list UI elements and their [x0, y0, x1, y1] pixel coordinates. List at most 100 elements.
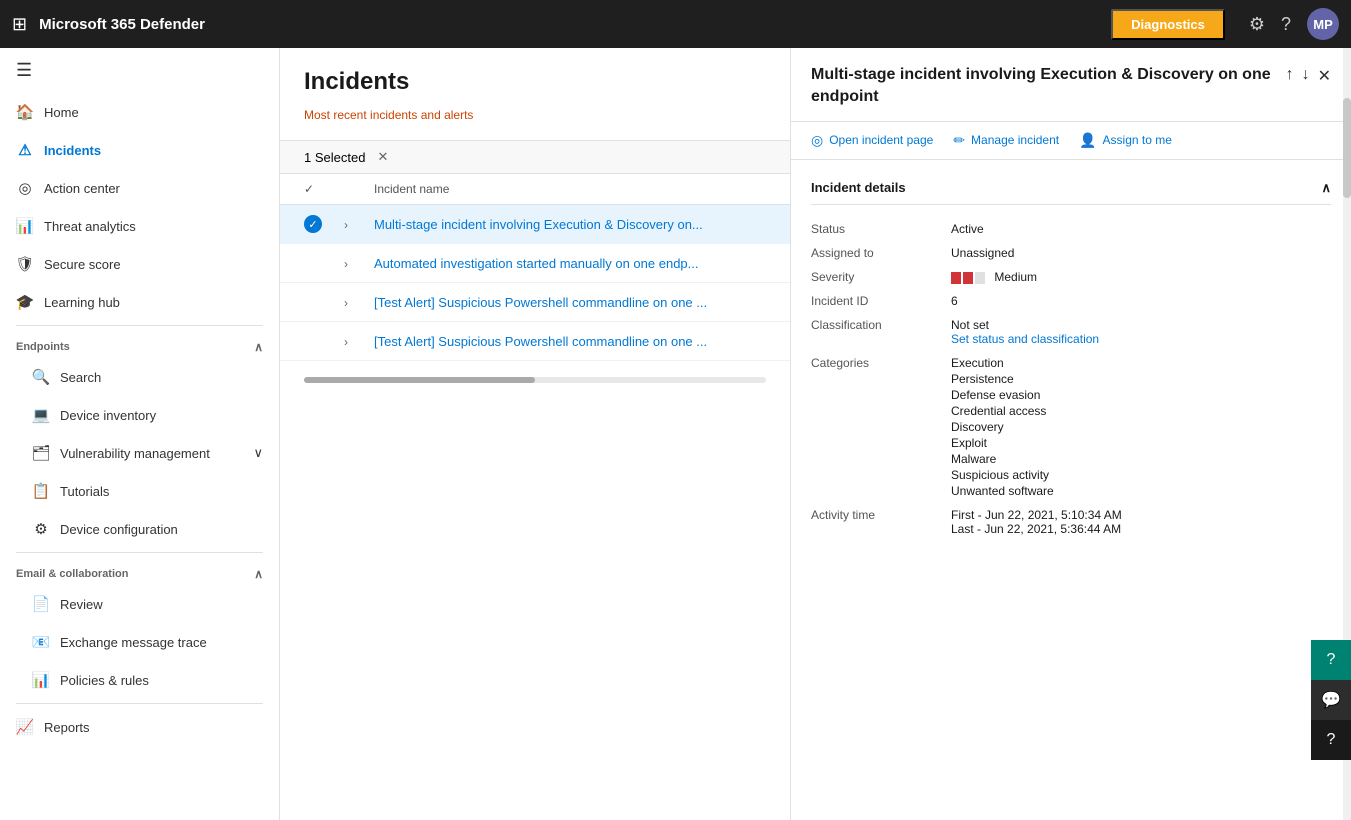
help-icon[interactable]: ? [1281, 14, 1291, 35]
status-label: Status [811, 222, 951, 236]
email-section[interactable]: Email & collaboration ∧ [0, 557, 279, 585]
settings-icon[interactable]: ⚙ [1249, 14, 1265, 35]
selected-text: 1 Selected [304, 150, 365, 165]
manage-incident-icon: ✏ [953, 132, 965, 149]
float-chat-button[interactable]: 💬 [1311, 680, 1351, 720]
open-incident-icon: ◎ [811, 132, 823, 149]
nav-up-button[interactable]: ↑ [1286, 66, 1294, 86]
assign-to-me-button[interactable]: 👤 Assign to me [1079, 132, 1172, 149]
close-panel-button[interactable]: ✕ [1318, 66, 1331, 86]
sidebar-item-home[interactable]: 🏠 Home [0, 93, 279, 131]
incidents-title: Incidents [304, 68, 766, 96]
assigned-label: Assigned to [811, 246, 951, 260]
sidebar-item-review[interactable]: 📄 Review [0, 585, 279, 623]
sidebar-item-incidents[interactable]: ⚠ Incidents [0, 131, 279, 169]
float-info-button[interactable]: ? [1311, 720, 1351, 760]
row2-expand[interactable]: › [344, 256, 374, 271]
expand-icon[interactable]: › [344, 218, 348, 232]
review-icon: 📄 [32, 595, 50, 613]
nav-down-button[interactable]: ↓ [1302, 66, 1310, 86]
scrollbar-thumb[interactable] [1343, 98, 1351, 198]
status-value: Active [951, 222, 1331, 236]
grid-icon[interactable]: ⊞ [12, 14, 27, 35]
vuln-chevron-icon: ∨ [253, 445, 263, 461]
topbar: ⊞ Microsoft 365 Defender Diagnostics ⚙ ?… [0, 0, 1351, 48]
sidebar-item-action-center[interactable]: ◎ Action center [0, 169, 279, 207]
assigned-value: Unassigned [951, 246, 1331, 260]
sidebar-item-policies-rules[interactable]: 📊 Policies & rules [0, 661, 279, 699]
tutorials-icon: 📋 [32, 482, 50, 500]
incidents-panel: Incidents Most recent incidents and aler… [280, 48, 791, 820]
categories-list: Execution Persistence Defense evasion Cr… [951, 356, 1331, 498]
main-layout: ☰ 🏠 Home ⚠ Incidents ◎ Action center 📊 T… [0, 48, 1351, 820]
classification-row: Classification Not set Set status and cl… [811, 313, 1331, 351]
detail-panel-title: Multi-stage incident involving Execution… [811, 64, 1274, 109]
row2-check [304, 254, 344, 272]
row1-expand[interactable]: › [344, 217, 374, 232]
incident-row-4[interactable]: › [Test Alert] Suspicious Powershell com… [280, 322, 790, 361]
split-layout: Incidents Most recent incidents and aler… [280, 48, 1351, 820]
sidebar-item-device-inventory[interactable]: 💻 Device inventory [0, 396, 279, 434]
set-status-link[interactable]: Set status and classification [951, 332, 1331, 346]
sidebar: ☰ 🏠 Home ⚠ Incidents ◎ Action center 📊 T… [0, 48, 280, 820]
row3-check [304, 293, 344, 311]
details-section-header[interactable]: Incident details ∧ [811, 172, 1331, 205]
incident-row-2[interactable]: › Automated investigation started manual… [280, 244, 790, 283]
sidebar-item-reports[interactable]: 📈 Reports [0, 708, 279, 746]
incident-row-1[interactable]: ✓ › Multi-stage incident involving Execu… [280, 205, 790, 244]
incident-name-header: Incident name [374, 182, 449, 196]
incidents-header: Incidents Most recent incidents and aler… [280, 48, 790, 140]
activity-time-value: First - Jun 22, 2021, 5:10:34 AM Last - … [951, 508, 1331, 536]
sidebar-item-learning-hub[interactable]: 🎓 Learning hub [0, 283, 279, 321]
table-header: ✓ Incident name [280, 174, 790, 205]
endpoints-chevron[interactable]: ∧ [254, 340, 263, 354]
severity-label: Severity [811, 270, 951, 284]
incident-row-3[interactable]: › [Test Alert] Suspicious Powershell com… [280, 283, 790, 322]
sidebar-item-secure-score[interactable]: 🛡 Secure score [0, 245, 279, 283]
device-config-icon: ⚙ [32, 520, 50, 538]
row1-check: ✓ [304, 215, 344, 233]
incident-id-label: Incident ID [811, 294, 951, 308]
diagnostics-button[interactable]: Diagnostics [1111, 9, 1225, 40]
email-chevron[interactable]: ∧ [254, 567, 263, 581]
incidents-icon: ⚠ [16, 141, 34, 159]
float-help-button[interactable]: ? [1311, 640, 1351, 680]
incident-name-2: Automated investigation started manually… [374, 256, 699, 271]
device-inventory-icon: 💻 [32, 406, 50, 424]
open-incident-button[interactable]: ◎ Open incident page [811, 132, 933, 149]
status-row: Status Active [811, 217, 1331, 241]
selected-bar: 1 Selected ✕ [280, 140, 790, 174]
threat-analytics-icon: 📊 [16, 217, 34, 235]
divider-3 [16, 703, 263, 704]
row4-check [304, 332, 344, 350]
sidebar-item-vulnerability-management[interactable]: 🗂 Vulnerability management ∨ [0, 434, 279, 472]
check-col-header: ✓ [304, 182, 344, 196]
content-area: Incidents Most recent incidents and aler… [280, 48, 1351, 820]
row3-expand[interactable]: › [344, 295, 374, 310]
detail-panel: Multi-stage incident involving Execution… [791, 48, 1351, 820]
collapse-section-icon[interactable]: ∧ [1321, 180, 1331, 196]
expand-icon-2[interactable]: › [344, 257, 348, 271]
avatar[interactable]: MP [1307, 8, 1339, 40]
manage-incident-button[interactable]: ✏ Manage incident [953, 132, 1059, 149]
clear-selection-button[interactable]: ✕ [377, 149, 388, 165]
sidebar-item-exchange-message-trace[interactable]: 📧 Exchange message trace [0, 623, 279, 661]
classification-label: Classification [811, 318, 951, 346]
sidebar-item-search[interactable]: 🔍 Search [0, 358, 279, 396]
exchange-icon: 📧 [32, 633, 50, 651]
vulnerability-icon: 🗂 [32, 444, 50, 462]
endpoints-section[interactable]: Endpoints ∧ [0, 330, 279, 358]
sidebar-item-tutorials[interactable]: 📋 Tutorials [0, 472, 279, 510]
home-icon: 🏠 [16, 103, 34, 121]
blue-checkmark: ✓ [304, 215, 322, 233]
expand-icon-3[interactable]: › [344, 296, 348, 310]
assign-icon: 👤 [1079, 132, 1096, 149]
panel-nav-controls: ↑ ↓ ✕ [1286, 66, 1331, 86]
expand-icon-4[interactable]: › [344, 335, 348, 349]
secure-score-icon: 🛡 [16, 255, 34, 273]
sidebar-item-device-configuration[interactable]: ⚙ Device configuration [0, 510, 279, 548]
sidebar-item-threat-analytics[interactable]: 📊 Threat analytics [0, 207, 279, 245]
topbar-icons: ⚙ ? MP [1249, 8, 1339, 40]
sidebar-toggle[interactable]: ☰ [0, 48, 279, 93]
row4-expand[interactable]: › [344, 334, 374, 349]
